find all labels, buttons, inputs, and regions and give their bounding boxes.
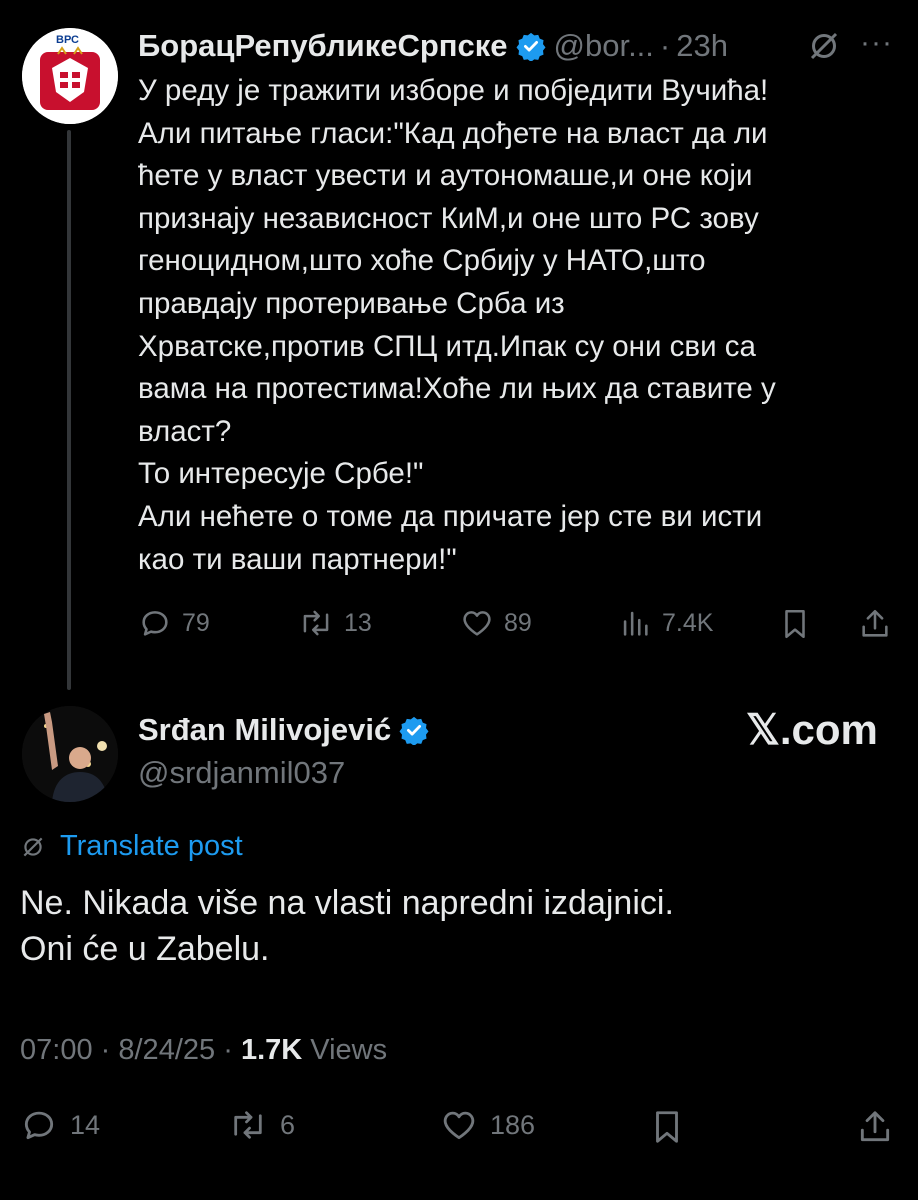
bookmark-button[interactable] <box>778 606 812 642</box>
bookmark-icon <box>656 1111 678 1143</box>
repost-count: 6 <box>280 1109 296 1140</box>
tweet1-line: Али питање гласи:"Кад дођете на власт да… <box>138 116 768 150</box>
tweet1-body: У реду је тражити изборе и побједити Вуч… <box>138 70 898 581</box>
tweet1-line: признају независност КиМ,и оне што РС зо… <box>138 201 759 235</box>
avatar-caption: ВРС <box>56 34 79 46</box>
like-button[interactable]: 89 <box>460 606 532 640</box>
watermark-domain: .com <box>779 705 878 753</box>
share-button[interactable] <box>856 1106 894 1148</box>
verified-badge-icon <box>399 716 429 745</box>
like-count: 186 <box>490 1109 536 1140</box>
views-label: Views <box>310 1034 388 1066</box>
repost-button[interactable]: 13 <box>298 606 372 640</box>
author-name[interactable]: Srđan Milivojević <box>138 712 391 748</box>
views-button[interactable]: 7.4K <box>618 606 713 640</box>
tweet2-body: Ne. Nikada više na vlasti napredni izdaj… <box>20 880 900 972</box>
reply-count: 14 <box>70 1109 101 1140</box>
more-options-icon[interactable]: ··· <box>860 26 893 60</box>
tweet1-line: геноцидном,што хоће Србију у НАТО,што <box>138 244 706 278</box>
like-button[interactable]: 186 <box>440 1106 535 1144</box>
tweet1-line: ћете у власт увести и аутономаше,и оне к… <box>138 159 753 193</box>
reply-button[interactable]: 14 <box>20 1106 100 1144</box>
tweet1-line: као ти ваши партнери!" <box>138 542 457 576</box>
repost-count: 13 <box>344 608 372 637</box>
tweet1-line: вама на протестима!Хоће ли њих да ставит… <box>138 372 776 406</box>
profile-photo-icon <box>22 706 118 802</box>
share-icon <box>860 1111 890 1142</box>
author-handle[interactable]: @srdjanmil037 <box>138 755 345 791</box>
bookmark-button[interactable] <box>648 1106 686 1148</box>
views-count[interactable]: 1.7K <box>241 1034 302 1066</box>
repost-button[interactable]: 6 <box>228 1106 295 1144</box>
meta-separator: · <box>223 1034 233 1066</box>
like-count: 89 <box>504 608 532 637</box>
tweet2-author-row: Srđan Milivojević <box>138 712 437 748</box>
verified-badge-icon <box>516 32 545 61</box>
post-time[interactable]: 23h <box>676 28 728 64</box>
tweet2-metadata: 07:00 · 8/24/25 · 1.7K Views <box>20 1034 387 1067</box>
meta-separator: · <box>659 28 671 63</box>
share-button[interactable] <box>858 606 892 642</box>
views-count: 7.4K <box>662 608 714 637</box>
tweet2-line: Oni će u Zabelu. <box>20 930 270 968</box>
tweet2-action-bar: 14 6 186 <box>20 1106 900 1150</box>
avatar-srdjan[interactable] <box>22 706 118 802</box>
x-com-watermark: 𝕏 .com <box>746 705 878 754</box>
post-date[interactable]: 8/24/25 <box>118 1034 215 1066</box>
tweet1-line: правдају протеривање Срба из <box>138 286 565 320</box>
grok-icon[interactable] <box>806 28 842 64</box>
heart-icon <box>443 1111 475 1140</box>
analytics-icon <box>623 611 648 636</box>
author-name[interactable]: БорацРепубликеСрпске <box>138 28 508 64</box>
tweet1-line: У реду је тражити изборе и побједити Вуч… <box>138 74 769 107</box>
repost-icon <box>303 610 329 636</box>
repost-icon <box>234 1111 262 1139</box>
tweet1-line: То интересује Србе!" <box>138 457 424 491</box>
reply-icon <box>142 611 168 636</box>
tweet1-line: Али нећете о томе да причате јер сте ви … <box>138 499 763 533</box>
tweet1-line: Хрватске,против СПЦ итд.Ипак су они сви … <box>138 329 756 363</box>
reply-icon <box>24 1111 54 1140</box>
grok-icon <box>23 837 43 856</box>
bookmark-icon <box>785 609 805 639</box>
translate-label[interactable]: Translate post <box>60 830 243 863</box>
tweet1-header: БорацРепубликеСрпске @bor... · 23h <box>138 26 898 66</box>
tweet1-line: власт? <box>138 414 232 448</box>
heart-icon <box>463 611 491 636</box>
post-time[interactable]: 07:00 <box>20 1034 93 1066</box>
share-icon <box>862 609 888 637</box>
tweet1-action-bar: 79 13 89 7.4K <box>138 606 898 646</box>
thread-connector-line <box>67 130 71 690</box>
reply-count: 79 <box>182 608 210 637</box>
tweet2-line: Ne. Nikada više na vlasti napredni izdaj… <box>20 884 674 922</box>
avatar-borac[interactable]: ВРС <box>22 28 118 124</box>
x-logo-icon: 𝕏 <box>746 706 780 753</box>
author-handle[interactable]: @bor... <box>554 28 654 64</box>
translate-post-link[interactable]: Translate post <box>20 830 243 863</box>
reply-button[interactable]: 79 <box>138 606 210 640</box>
meta-separator: · <box>100 1034 111 1066</box>
